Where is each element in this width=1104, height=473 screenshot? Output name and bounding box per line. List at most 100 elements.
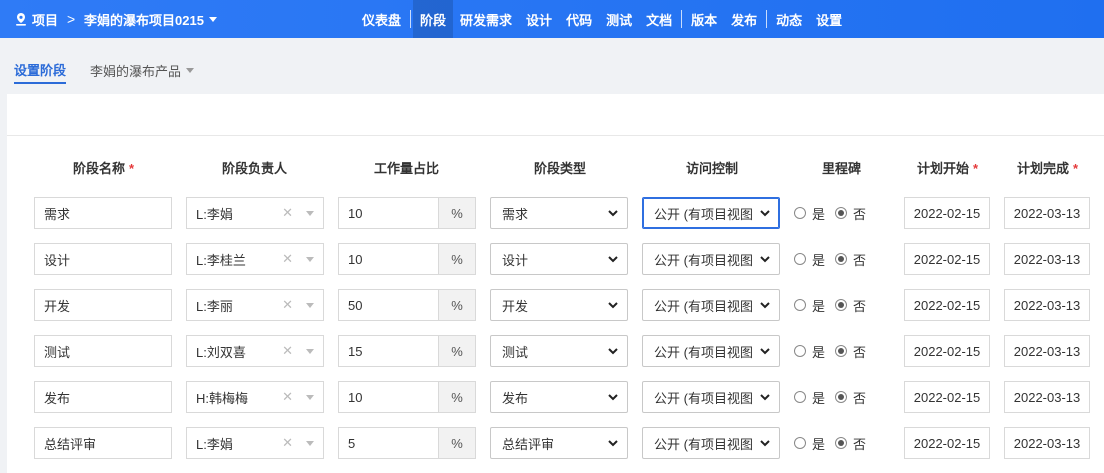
table-row: 开发 L:李丽 ✕ 50% 开发 公开 (有项目视图是否 2022-02-15 2022-03… <box>0 289 1104 321</box>
phase-name-input[interactable]: 需求 <box>34 197 172 229</box>
owner-select[interactable]: L:李娟 ✕ <box>186 427 324 459</box>
nav-item[interactable]: 仪表盘 <box>355 0 408 38</box>
workload-input[interactable]: 5 <box>338 427 439 459</box>
plan-end-input[interactable]: 2022-03-13 <box>1004 197 1090 229</box>
nav-item[interactable]: 发布 <box>724 0 764 38</box>
milestone-yes-label: 是 <box>812 252 826 268</box>
milestone-no-radio[interactable] <box>835 437 848 449</box>
owner-value: L:李娟 <box>196 206 233 222</box>
clear-icon[interactable]: ✕ <box>282 206 293 220</box>
phase-name-input[interactable]: 测试 <box>34 335 172 367</box>
nav-item[interactable]: 阶段 <box>413 0 454 38</box>
phase-type-value: 开发 <box>502 298 529 314</box>
phase-type-select[interactable]: 开发 <box>490 289 628 321</box>
workload-field: 50% <box>338 289 476 321</box>
plan-start-input[interactable]: 2022-02-15 <box>904 381 990 413</box>
column-header-type: 阶段类型 <box>534 161 587 176</box>
nav-item[interactable]: 测试 <box>599 0 639 38</box>
plan-start-input[interactable]: 2022-02-15 <box>904 289 990 321</box>
phase-name-input[interactable]: 开发 <box>34 289 172 321</box>
owner-select[interactable]: L:李娟 ✕ <box>186 197 324 229</box>
milestone-yes-radio[interactable] <box>794 391 806 403</box>
phase-name-input[interactable]: 发布 <box>34 381 172 413</box>
workload-input[interactable]: 50 <box>338 289 439 321</box>
milestone-radio-group: 是否 <box>794 335 876 367</box>
plan-end-value: 2022-03-13 <box>1013 343 1081 359</box>
plan-start-input[interactable]: 2022-02-15 <box>904 197 990 229</box>
plan-start-input[interactable]: 2022-02-15 <box>904 427 990 459</box>
plan-start-input[interactable]: 2022-02-15 <box>904 335 990 367</box>
access-control-select[interactable]: 公开 (有项目视图 <box>642 427 780 459</box>
owner-select[interactable]: L:李丽 ✕ <box>186 289 324 321</box>
breadcrumb-home[interactable]: 项目 <box>15 0 58 38</box>
milestone-yes-label: 是 <box>812 436 826 452</box>
table-row: 测试 L:刘双喜 ✕ 15% 测试 公开 (有项目视图是否 2022-02-15 2022-0… <box>0 335 1104 367</box>
caret-down-icon <box>306 303 314 308</box>
breadcrumb-separator: > <box>67 11 76 27</box>
milestone-yes-radio[interactable] <box>794 299 806 311</box>
phase-type-select[interactable]: 总结评审 <box>490 427 628 459</box>
milestone-yes-radio[interactable] <box>794 207 806 219</box>
milestone-radio-group: 是否 <box>794 381 876 413</box>
access-control-select[interactable]: 公开 (有项目视图 <box>642 335 780 367</box>
nav-item[interactable]: 代码 <box>559 0 599 38</box>
plan-start-input[interactable]: 2022-02-15 <box>904 243 990 275</box>
nav-item[interactable]: 研发需求 <box>453 0 519 38</box>
clear-icon[interactable]: ✕ <box>282 252 293 266</box>
plan-end-input[interactable]: 2022-03-13 <box>1004 381 1090 413</box>
nav-item[interactable]: 设置 <box>809 0 849 38</box>
milestone-no-radio[interactable] <box>835 299 848 311</box>
clear-icon[interactable]: ✕ <box>282 298 293 312</box>
plan-end-input[interactable]: 2022-03-13 <box>1004 243 1090 275</box>
plan-end-input[interactable]: 2022-03-13 <box>1004 427 1090 459</box>
product-switcher[interactable]: 李娟的瀑布产品 <box>90 61 195 80</box>
owner-value: L:刘双喜 <box>196 344 246 360</box>
clear-icon[interactable]: ✕ <box>282 344 293 358</box>
owner-select[interactable]: L:李桂兰 ✕ <box>186 243 324 275</box>
plan-end-input[interactable]: 2022-03-13 <box>1004 335 1090 367</box>
milestone-no-radio[interactable] <box>835 253 848 265</box>
workload-input[interactable]: 10 <box>338 381 439 413</box>
project-switcher[interactable]: 李娟的瀑布项目0215 <box>84 0 217 38</box>
access-control-value: 公开 (有项目视图 <box>654 344 753 360</box>
access-control-value: 公开 (有项目视图 <box>654 298 753 314</box>
milestone-no-radio[interactable] <box>835 345 848 357</box>
phase-type-select[interactable]: 发布 <box>490 381 628 413</box>
phase-name-input[interactable]: 总结评审 <box>34 427 172 459</box>
table-row: 设计 L:李桂兰 ✕ 10% 设计 公开 (有项目视图是否 2022-02-15 2022-0… <box>0 243 1104 275</box>
phase-type-select[interactable]: 设计 <box>490 243 628 275</box>
access-control-value: 公开 (有项目视图 <box>654 436 753 452</box>
phase-name-input[interactable]: 设计 <box>34 243 172 275</box>
tab-set-phase[interactable]: 设置阶段 <box>14 60 67 84</box>
phase-type-select[interactable]: 需求 <box>490 197 628 229</box>
milestone-yes-label: 是 <box>812 390 826 406</box>
access-control-select[interactable]: 公开 (有项目视图 <box>642 197 780 229</box>
workload-input[interactable]: 15 <box>338 335 439 367</box>
clear-icon[interactable]: ✕ <box>282 436 293 450</box>
caret-down-icon <box>306 441 314 446</box>
clear-icon[interactable]: ✕ <box>282 390 293 404</box>
milestone-yes-radio[interactable] <box>794 253 806 265</box>
required-mark: * <box>1073 161 1079 176</box>
plan-end-input[interactable]: 2022-03-13 <box>1004 289 1090 321</box>
nav-item[interactable]: 动态 <box>769 0 809 38</box>
milestone-no-radio[interactable] <box>835 207 848 219</box>
owner-value: L:李娟 <box>196 436 233 452</box>
workload-input[interactable]: 10 <box>338 243 439 275</box>
owner-select[interactable]: L:刘双喜 ✕ <box>186 335 324 367</box>
nav-item[interactable]: 文档 <box>639 0 679 38</box>
nav-item[interactable]: 设计 <box>519 0 559 38</box>
access-control-value: 公开 (有项目视图 <box>654 252 753 268</box>
milestone-yes-radio[interactable] <box>794 345 806 357</box>
phase-type-select[interactable]: 测试 <box>490 335 628 367</box>
workload-input[interactable]: 10 <box>338 197 439 229</box>
milestone-yes-radio[interactable] <box>794 437 806 449</box>
nav-item[interactable]: 版本 <box>684 0 724 38</box>
phase-type-value: 总结评审 <box>502 436 555 452</box>
access-control-select[interactable]: 公开 (有项目视图 <box>642 243 780 275</box>
owner-select[interactable]: H:韩梅梅 ✕ <box>186 381 324 413</box>
access-control-select[interactable]: 公开 (有项目视图 <box>642 289 780 321</box>
milestone-no-radio[interactable] <box>835 391 848 403</box>
milestone-no-label: 否 <box>853 436 867 452</box>
access-control-select[interactable]: 公开 (有项目视图 <box>642 381 780 413</box>
